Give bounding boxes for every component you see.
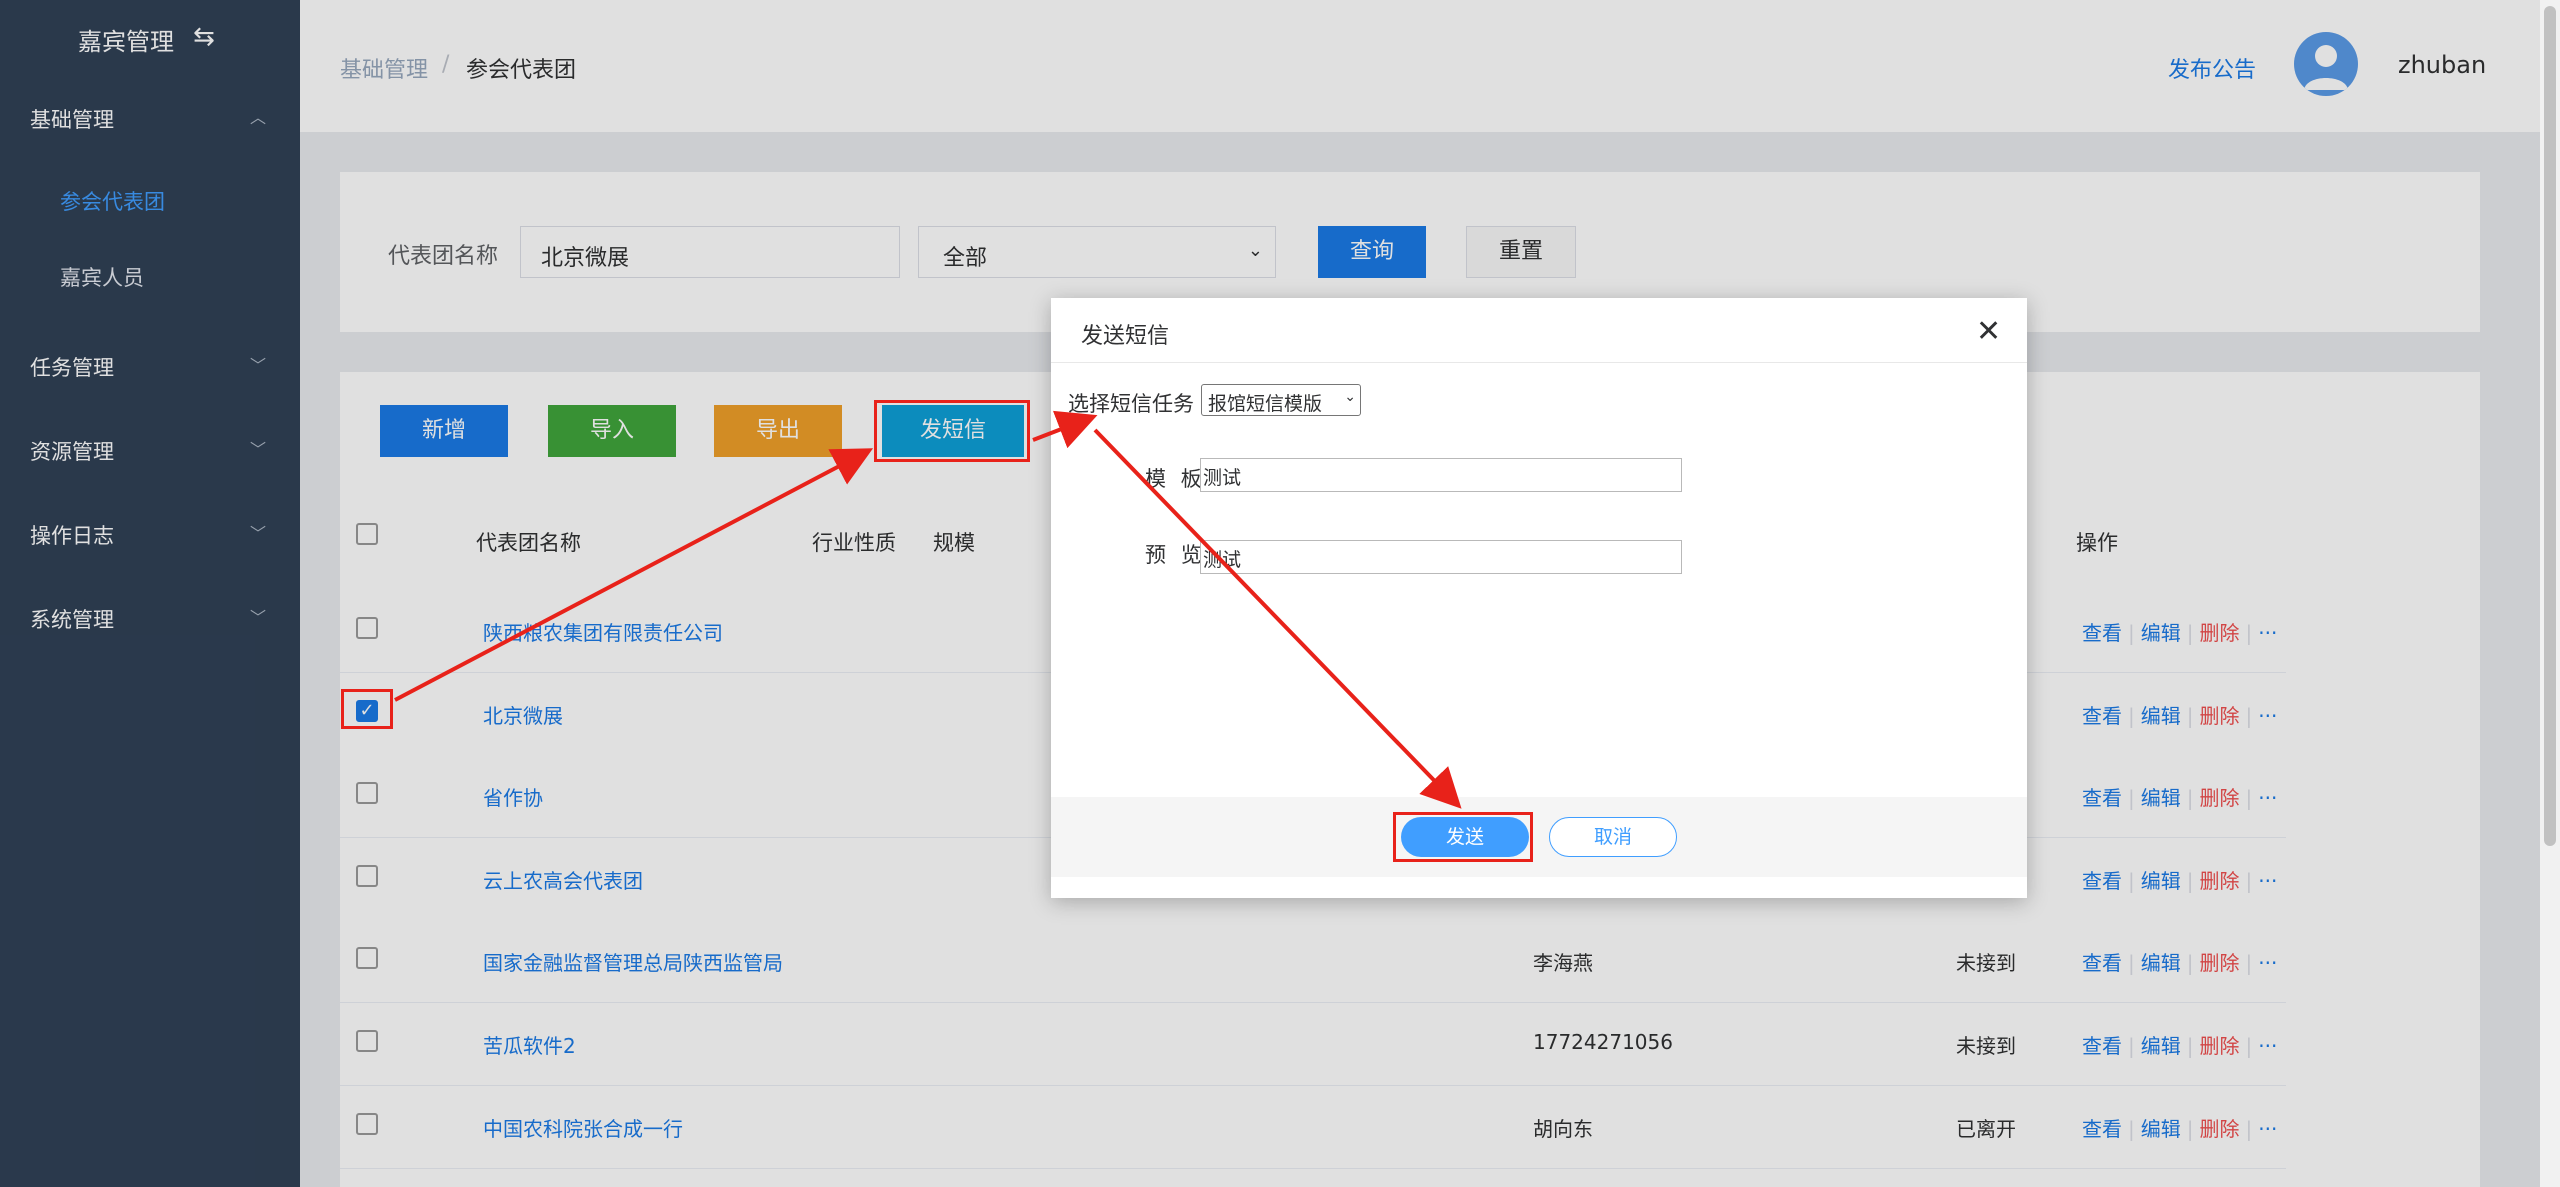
dialog-divider — [1051, 362, 2027, 363]
select-value: 报馆短信模版 — [1208, 393, 1323, 415]
highlight-checkbox — [341, 689, 393, 729]
preview-label: 预 览 — [1145, 543, 1206, 567]
cancel-button[interactable]: 取消 — [1549, 817, 1677, 857]
sms-task-select[interactable]: 报馆短信模版 ⌄ — [1201, 384, 1361, 416]
input-value: 测试 — [1203, 549, 1242, 571]
input-value: 测试 — [1203, 467, 1242, 489]
highlight-sms-button — [874, 400, 1030, 462]
sms-task-label: 选择短信任务 — [1068, 392, 1194, 416]
dialog-title: 发送短信 — [1081, 324, 1170, 349]
dialog-footer — [1051, 797, 2027, 877]
template-label: 模 板 — [1145, 467, 1206, 491]
scrollbar-thumb[interactable] — [2544, 6, 2556, 846]
chevron-down-icon: ⌄ — [1344, 389, 1356, 405]
close-icon[interactable]: ✕ — [1976, 314, 2001, 349]
preview-input[interactable]: 测试 — [1200, 540, 1682, 574]
highlight-send-button — [1393, 812, 1533, 862]
template-input[interactable]: 测试 — [1200, 458, 1682, 492]
